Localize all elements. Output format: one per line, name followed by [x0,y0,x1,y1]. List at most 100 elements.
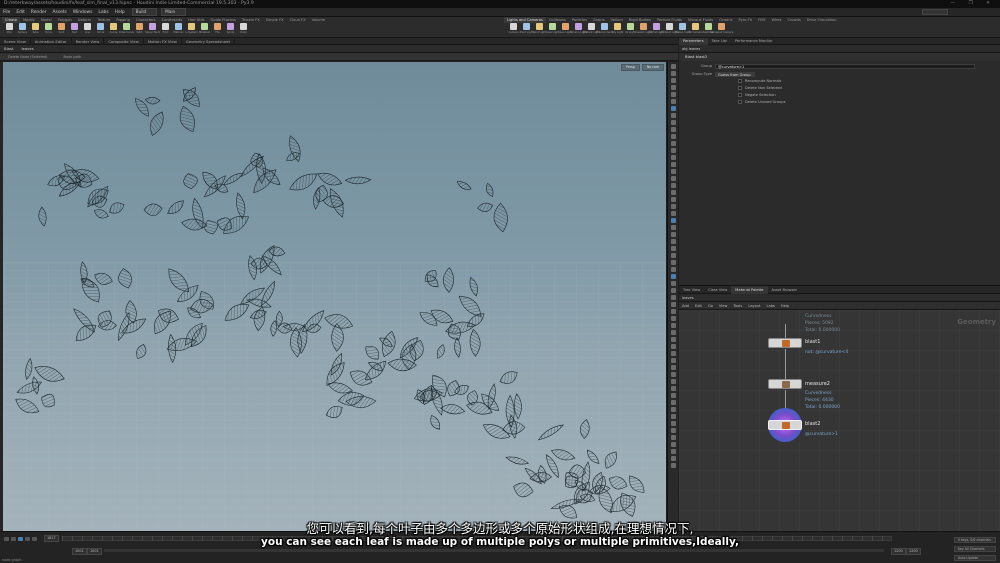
viewport-tool-button[interactable] [670,78,676,83]
viewport-tool-button[interactable] [670,344,676,349]
viewport-tool-button[interactable] [670,456,676,461]
viewport-tool-button[interactable] [670,428,676,433]
shelf-tab[interactable]: Wires [769,17,785,23]
net-menu-layout[interactable]: Layout [745,302,763,310]
net-menu-edit[interactable]: Edit [692,302,705,310]
persp-menu[interactable]: Persp [621,64,640,71]
viewport-tool-button[interactable] [670,232,676,237]
viewport-tool-button[interactable] [670,393,676,398]
menu-render[interactable]: Render [28,8,50,17]
net-menu-add[interactable]: Add [679,302,692,310]
start-frame-field-2[interactable]: 1001 [87,548,102,555]
shelf-tab[interactable]: Simple FX [263,17,287,23]
viewport-tool-button[interactable] [670,127,676,132]
checkbox[interactable] [738,93,742,97]
viewport-tool-button[interactable] [670,323,676,328]
shelf-tool[interactable]: Tube [30,23,41,37]
node-name[interactable]: blast2 [805,421,820,427]
shelf-tool[interactable]: Font [160,23,171,37]
shelf-tool[interactable]: Stereo Cam [675,23,690,37]
shelf-tool[interactable]: File [212,23,223,37]
menu-edit[interactable]: Edit [13,8,28,17]
viewport-tool-button[interactable] [670,414,676,419]
shelf-tool[interactable]: Switcher [703,23,714,37]
start-frame-field[interactable]: 1001 [72,548,87,555]
shelf-tool[interactable]: VR Camera [688,23,703,37]
viewport-tool-button[interactable] [670,407,676,412]
viewport-tool-button[interactable] [670,267,676,272]
viewport-tool-button[interactable] [670,330,676,335]
viewport-tool-button[interactable] [670,386,676,391]
toggle-negate-selection[interactable]: Negate Selection [683,92,776,98]
shelf-tool[interactable]: Metaball [199,23,210,37]
node-name[interactable]: blast1 [805,339,820,345]
viewport-tool-button[interactable] [670,183,676,188]
shelf-tool[interactable]: Spiral [225,23,236,37]
shelf-tab[interactable]: Volume [309,17,328,23]
viewport-tool-button[interactable] [670,260,676,265]
shelf-tool[interactable]: Volume Light [570,23,587,37]
viewport-tool-button[interactable] [670,442,676,447]
shelf-tool[interactable]: Null [69,23,80,37]
shelf-tool[interactable]: Spot Light [533,23,546,37]
shelf-tool[interactable]: L-System [186,23,198,37]
shelf-tool[interactable]: Sky Light [612,23,623,37]
checkbox[interactable] [738,79,742,83]
shelf-tool[interactable]: Circle [95,23,106,37]
viewport-tool-button[interactable] [670,225,676,230]
shelf-tool[interactable]: Camera [508,23,519,37]
shelf-tool[interactable]: Line [82,23,93,37]
end-frame-field[interactable]: 1200 [891,548,906,555]
menu-file[interactable]: File [0,8,13,17]
shelf-tool[interactable]: Grid [56,23,67,37]
viewport-tool-button[interactable] [670,281,676,286]
shelf-tab[interactable]: Cloud FX [287,17,309,23]
net-menu-go[interactable]: Go [705,302,716,310]
viewport-tool-button[interactable] [670,134,676,139]
network-path[interactable]: leaves [679,294,697,302]
tab-animation-editor[interactable]: Animation Editor [31,37,72,45]
search-field[interactable] [922,9,948,15]
parameters-path-label[interactable]: obj leaves [679,45,703,53]
tab-geometry-spreadsheet[interactable]: Geometry Spreadsheet [182,37,235,45]
shelf-tab[interactable]: FEM [755,17,768,23]
viewport-tool-button[interactable] [670,239,676,244]
net-menu-labs[interactable]: Labs [764,302,778,310]
node-blast1[interactable] [768,338,802,348]
viewport-tool-button[interactable] [670,211,676,216]
shelf-tool[interactable]: Torus [43,23,54,37]
node-blast2[interactable] [768,420,802,430]
viewport-tool-button[interactable] [670,400,676,405]
menu-labs[interactable]: Labs [95,8,111,17]
viewport-path[interactable]: leaves [17,45,37,53]
menu-windows[interactable]: Windows [70,8,96,17]
viewport-tool-button[interactable] [670,253,676,258]
viewport-tool-button[interactable] [670,372,676,377]
tab-scene-view[interactable]: Scene View [0,37,31,45]
window-controls[interactable]: — ❐ ✕ [951,0,996,8]
viewport-canvas[interactable] [3,62,666,531]
end-frame-field-2[interactable]: 1200 [906,548,921,555]
viewport-tool-button[interactable] [670,421,676,426]
group-field[interactable]: @curvature>1 [715,63,975,69]
viewport-tool-button[interactable] [670,155,676,160]
viewport-tool-button[interactable] [670,204,676,209]
viewport-tool-button[interactable] [670,176,676,181]
viewport-tool-button[interactable] [670,288,676,293]
shelf-set-dropdown[interactable]: Main [161,8,187,16]
viewport-tool-button[interactable] [670,302,676,307]
viewport-tool-button[interactable] [670,120,676,125]
shelf-tool[interactable]: Caustic Light [635,23,652,37]
viewport-tool-button[interactable] [670,92,676,97]
viewport-tool-button[interactable] [670,435,676,440]
shelf-tool[interactable]: Sphere [17,23,28,37]
viewport-tool-button[interactable] [670,141,676,146]
node-measure2[interactable] [768,379,802,389]
viewport-tool-button[interactable] [670,309,676,314]
viewport-tool-button[interactable] [670,379,676,384]
auto-update-button[interactable]: Auto Update [954,555,996,561]
shelf-tool[interactable]: Geo Light [559,23,572,37]
viewport-tab-blast[interactable]: Blast [0,45,17,53]
shelf-tool[interactable]: Path [134,23,145,37]
viewport-tool-button[interactable] [670,106,676,111]
